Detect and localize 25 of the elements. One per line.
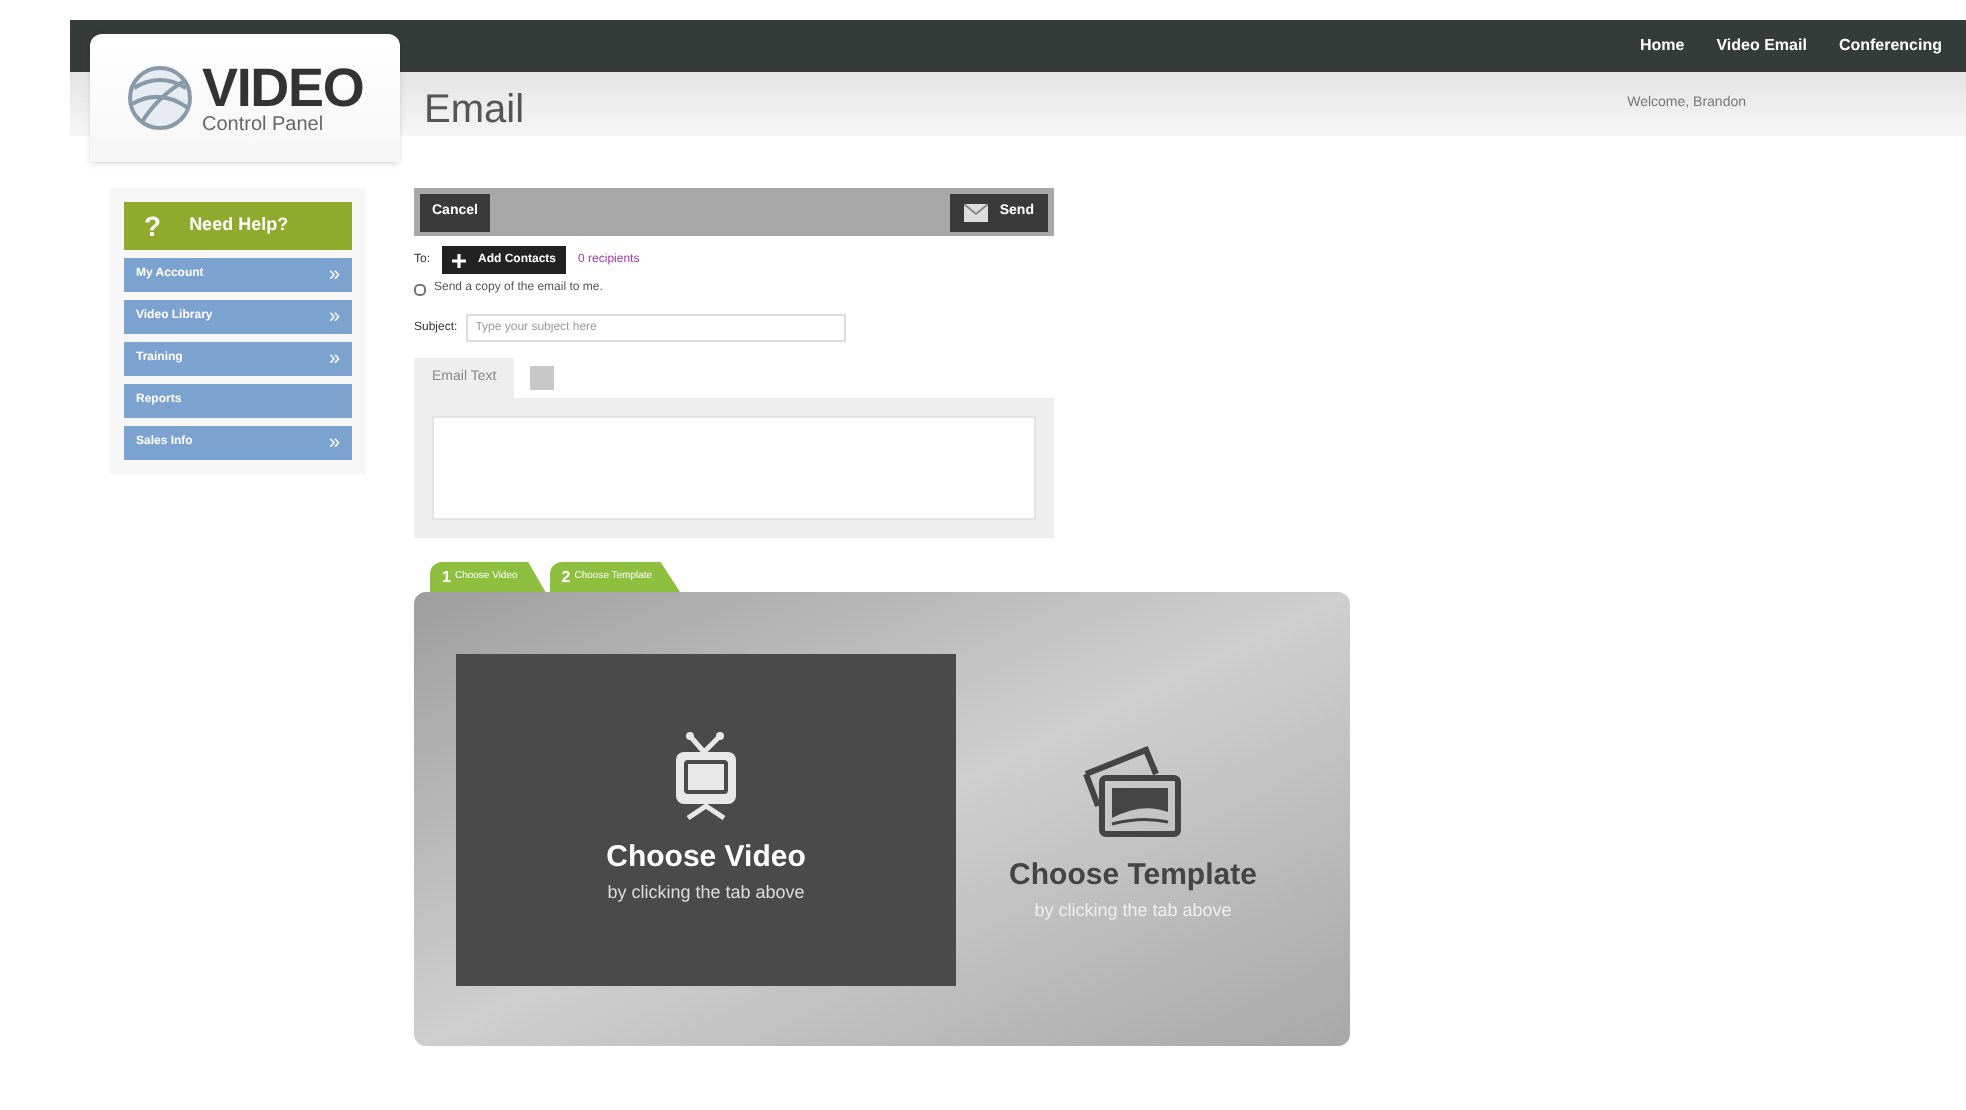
nav-link[interactable]: Video Email — [1716, 34, 1807, 58]
nav-link[interactable]: Conferencing — [1838, 34, 1942, 58]
square-icon — [530, 366, 555, 390]
help-button[interactable]: ? Need Help? — [124, 202, 352, 250]
logo-subtitle: Control Panel — [202, 115, 326, 135]
page-title: Email — [424, 86, 525, 136]
nav-link[interactable]: Home — [1640, 34, 1685, 58]
chevron-icon: » — [328, 428, 340, 458]
email-text-field[interactable] — [432, 416, 1036, 520]
choice-title: Choose Template — [1009, 855, 1257, 895]
choice-title: Choose Video — [606, 837, 806, 877]
choice-hint: by clicking the tab above — [607, 880, 805, 906]
chevron-icon: » — [328, 344, 340, 374]
logo-title: VIDEO — [202, 61, 364, 115]
video-choice-panel[interactable]: Choose Video by clicking the tab above — [456, 653, 956, 985]
question-icon: ? — [144, 205, 162, 247]
tv-icon — [672, 731, 740, 819]
chevron-icon: » — [328, 260, 340, 290]
photos-icon — [1081, 745, 1185, 837]
plus-icon — [452, 253, 467, 267]
chevron-icon: » — [328, 302, 340, 332]
copy-checkbox[interactable] — [414, 283, 426, 295]
help-label: Need Help? — [189, 212, 289, 239]
globe-icon — [126, 64, 194, 132]
envelope-icon — [963, 203, 988, 221]
